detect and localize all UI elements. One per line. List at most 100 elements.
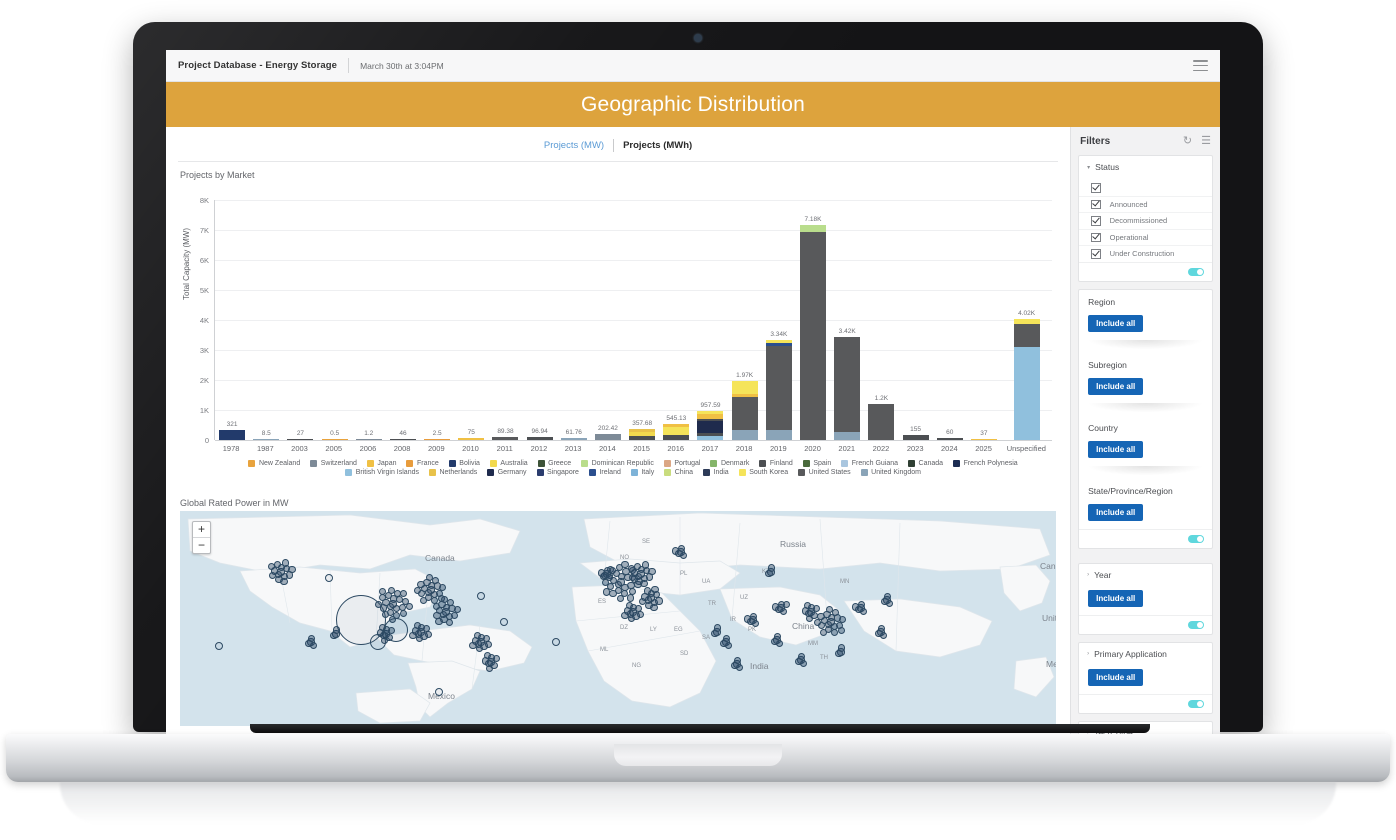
bar-group[interactable]: 1.2K [864,200,898,440]
map-marker[interactable] [281,559,289,567]
filter-toggle[interactable] [1188,699,1204,708]
bar-group[interactable]: 202.42 [591,200,625,440]
include-all-button[interactable]: Include all [1088,589,1144,607]
map-marker[interactable] [883,592,891,600]
filter-toggle[interactable] [1188,620,1204,629]
legend-item[interactable]: Finland [759,460,793,467]
map-marker[interactable] [597,569,606,577]
map-marker[interactable] [852,603,860,611]
map-marker[interactable] [485,665,493,673]
map-marker[interactable] [608,567,616,575]
bar-group[interactable]: 37 [967,200,1001,440]
map-marker[interactable] [453,605,461,614]
map-marker[interactable] [805,615,813,623]
map-marker[interactable] [325,574,333,582]
legend-item[interactable]: Greece [537,460,571,467]
include-all-button[interactable]: Include all [1088,440,1144,458]
map-marker[interactable] [830,628,838,637]
map-marker[interactable] [552,638,560,646]
map-marker[interactable] [771,603,780,611]
filter-status-row[interactable]: Under Construction [1079,245,1212,262]
map-marker[interactable] [650,603,658,612]
filter-card-header[interactable]: › Primary Application [1079,643,1212,665]
bar-group[interactable]: 46 [386,200,420,440]
include-all-button[interactable]: Include all [1088,668,1144,686]
bar-group[interactable]: 4.02K [1001,200,1052,440]
filter-menu-icon[interactable]: ☰ [1201,136,1211,147]
include-all-button[interactable]: Include all [1088,314,1144,332]
legend-item[interactable]: United States [798,469,851,476]
map-marker[interactable] [655,597,663,605]
map-marker[interactable] [215,642,223,650]
legend-item[interactable]: Ireland [588,469,621,476]
include-all-button[interactable]: Include all [1088,377,1144,395]
map-marker[interactable] [288,565,296,574]
bar-group[interactable]: 89.38 [488,200,522,440]
legend-item[interactable]: South Korea [738,469,788,476]
reset-icon[interactable]: ↻ [1183,136,1192,147]
filter-status-header[interactable]: ▾ Status [1079,156,1212,178]
bar-group[interactable]: 1.97K [728,200,762,440]
world-map[interactable]: + − CanadaMexicoRussiaChinaIndiaCanad.Un… [180,511,1057,726]
legend-item[interactable]: United Kingdom [860,469,921,476]
legend-item[interactable]: India [703,469,729,476]
bar-group[interactable]: 27 [283,200,317,440]
checkbox-checked-icon[interactable] [1091,232,1101,242]
map-marker[interactable] [877,624,885,632]
bar-group[interactable]: 2.5 [420,200,454,440]
bar-group[interactable]: 3.42K [830,200,864,440]
map-marker[interactable] [602,588,611,596]
bar-group[interactable]: 357.68 [625,200,659,440]
map-marker[interactable] [813,618,821,627]
map-marker[interactable] [782,601,790,609]
map-marker[interactable] [621,611,629,619]
map-marker[interactable] [473,631,482,639]
checkbox-checked-icon[interactable] [1091,216,1101,226]
bar-group[interactable]: 321 [215,200,249,440]
map-zoom-controls[interactable]: + − [192,521,211,554]
map-zoom-in-button[interactable]: + [193,522,210,538]
tab-projects-mwh[interactable]: Projects (MWh) [614,140,701,151]
map-marker[interactable] [812,605,820,613]
map-marker[interactable] [825,605,833,613]
bar-group[interactable]: 545.13 [659,200,693,440]
legend-item[interactable]: Denmark [710,460,749,467]
bar-group[interactable]: 60 [933,200,967,440]
filter-status-row[interactable]: Decommissioned [1079,212,1212,229]
bar-group[interactable]: 1.2 [352,200,386,440]
bar-group[interactable]: 957.59 [693,200,727,440]
legend-item[interactable]: Italy [630,469,654,476]
map-marker[interactable] [625,601,634,609]
map-zoom-out-button[interactable]: − [193,538,210,553]
legend-item[interactable]: Canada [908,460,943,467]
legend-item[interactable]: Singapore [536,469,579,476]
map-marker[interactable] [409,631,417,639]
bar-group[interactable]: 7.18K [796,200,830,440]
tab-projects-mw[interactable]: Projects (MW) [535,140,613,151]
map-marker[interactable] [648,567,656,576]
map-marker[interactable] [797,652,805,660]
map-marker[interactable] [837,627,845,635]
map-marker[interactable] [405,602,413,610]
map-marker[interactable] [413,621,422,629]
filter-status-row[interactable]: Announced [1079,195,1212,213]
map-marker[interactable] [431,576,440,585]
map-marker[interactable] [641,561,649,569]
map-marker[interactable] [616,594,624,602]
map-marker[interactable] [370,634,386,650]
map-marker[interactable] [672,547,680,555]
legend-item[interactable]: Portugal [663,460,700,467]
bar-group[interactable]: 155 [898,200,932,440]
map-marker[interactable] [307,634,315,642]
map-marker[interactable] [445,618,453,626]
legend-item[interactable]: Bolivia [448,460,480,467]
map-marker[interactable] [773,632,781,640]
hamburger-menu-icon[interactable] [1193,60,1208,71]
legend-item[interactable]: French Guiana [841,460,898,467]
checkbox-checked-icon[interactable] [1091,199,1101,209]
map-marker[interactable] [651,585,659,593]
legend-item[interactable]: Dominican Republic [581,460,654,467]
legend-item[interactable]: China [664,469,693,476]
map-marker[interactable] [744,615,752,623]
legend-item[interactable]: France [406,460,439,467]
